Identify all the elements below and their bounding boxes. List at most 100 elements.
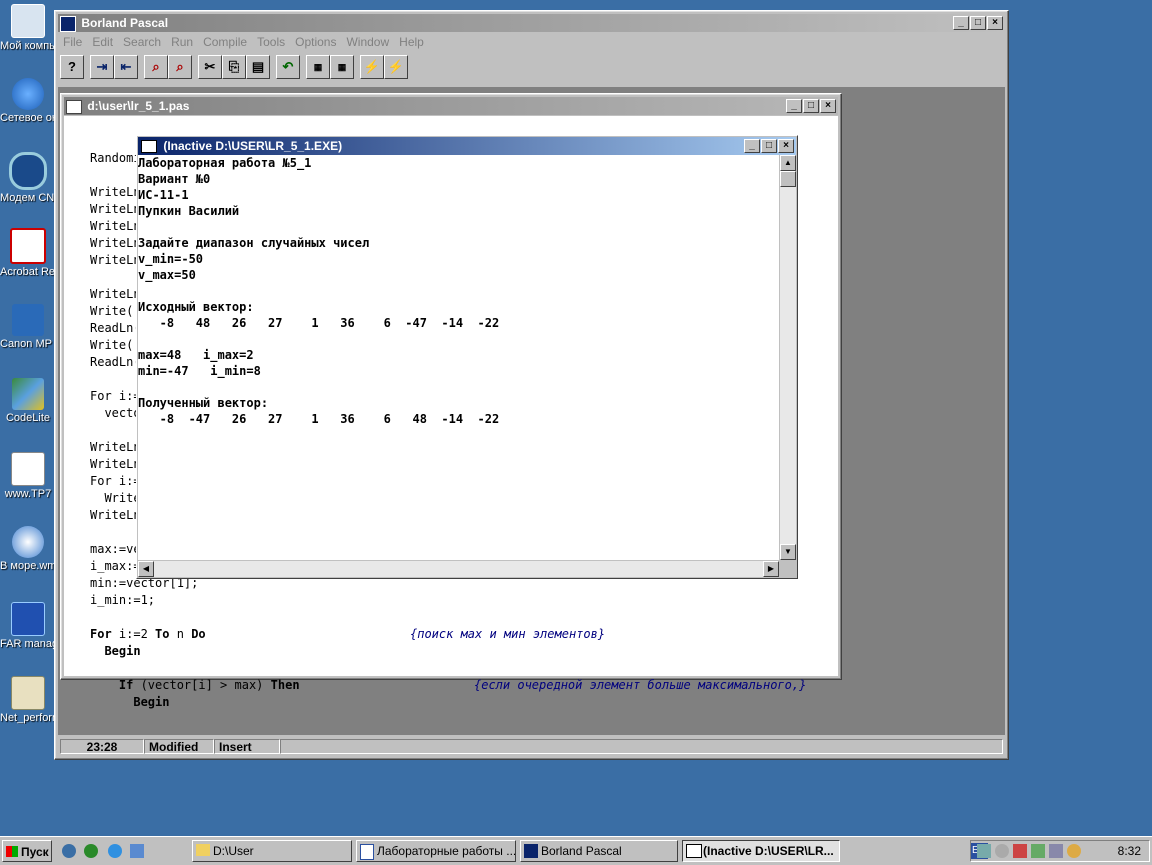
console-titlebar[interactable]: (Inactive D:\USER\LR_5_1.EXE) _ □ × (138, 137, 796, 155)
console-horizontal-scrollbar[interactable]: ◀ ▶ (138, 561, 779, 577)
console-title: (Inactive D:\USER\LR_5_1.EXE) (163, 139, 343, 153)
system-tray: 8:32 (970, 840, 1150, 862)
keyword: For (90, 627, 112, 641)
desktop-icon-tp7[interactable]: www.TP7 (0, 452, 56, 500)
network-icon (12, 78, 44, 110)
menu-run[interactable]: Run (166, 33, 198, 51)
media-player-icon (12, 526, 44, 558)
maximize-button[interactable]: □ (970, 16, 986, 30)
quicklaunch-search-icon[interactable] (62, 844, 76, 858)
task-console[interactable]: (Inactive D:\USER\LR... (682, 840, 840, 862)
code-statement: If (vector[i] > max) Then (90, 677, 474, 694)
borland-pascal-window[interactable]: Borland Pascal _ □ × File Edit Search Run Co… (54, 10, 1009, 760)
console-line: v_max=50 (138, 268, 196, 282)
desktop-icon-codelite[interactable]: CodeLite (0, 378, 56, 424)
menu-tools[interactable]: Tools (252, 33, 290, 51)
close-button[interactable]: × (987, 16, 1003, 30)
network-performance-icon (11, 676, 45, 710)
console-line: Полученный вектор: (138, 396, 269, 410)
compile-icon[interactable]: ▦ (306, 55, 330, 79)
editor-titlebar[interactable]: d:\user\lr_5_1.pas _ □ × (64, 97, 838, 115)
ide-titlebar[interactable]: Borland Pascal _ □ × (58, 14, 1005, 32)
console-minimize-button[interactable]: _ (744, 139, 760, 153)
task-word-document[interactable]: Лабораторные работы ... (356, 840, 516, 862)
scroll-down-arrow-icon[interactable]: ▼ (780, 544, 796, 560)
console-line: Исходный вектор: (138, 300, 254, 314)
paste-icon[interactable]: ▤ (246, 55, 270, 79)
find-button[interactable]: ⌕ (144, 55, 168, 79)
borland-app-icon (60, 15, 76, 32)
computer-icon (11, 4, 45, 38)
tray-network-icon[interactable] (977, 844, 991, 858)
cut-icon[interactable]: ✂ (198, 55, 222, 79)
ide-menubar: File Edit Search Run Compile Tools Options Wind… (58, 33, 1005, 51)
step-icon[interactable]: ⚡ (384, 55, 408, 79)
find-next-button[interactable]: ⌕ (168, 55, 192, 79)
desktop-icon-my-computer[interactable]: Мой компьютер (0, 4, 56, 52)
desktop-icon-acrobat[interactable]: Acrobat Reader 5 (0, 228, 56, 278)
menu-window[interactable]: Window (341, 33, 394, 51)
code-line: For i:=2 To n Do {поиск мах и мин элемент… (90, 626, 806, 643)
scroll-left-arrow-icon[interactable]: ◀ (138, 561, 154, 577)
task-explorer[interactable]: D:\User (192, 840, 352, 862)
keyword: To (155, 627, 170, 641)
start-button[interactable]: Пуск (2, 840, 52, 862)
console-vertical-scrollbar[interactable]: ▲ ▼ (780, 155, 796, 560)
far-manager-icon (11, 602, 45, 636)
make-icon[interactable]: ▦ (330, 55, 354, 79)
desktop-icon-far[interactable]: FAR manager (0, 602, 56, 650)
tray-antivirus-icon[interactable] (1013, 844, 1027, 858)
task-borland-pascal[interactable]: Borland Pascal (520, 840, 678, 862)
quicklaunch-desktop-icon[interactable] (130, 844, 144, 858)
modem-icon (9, 152, 47, 190)
help-button[interactable]: ? (60, 55, 84, 79)
copy-icon[interactable]: ⎘ (222, 55, 246, 79)
console-line: Задайте диапазон случайных чисел (138, 236, 370, 250)
code-fragment (90, 678, 119, 692)
run-icon[interactable]: ⚡ (360, 55, 384, 79)
menu-search[interactable]: Search (118, 33, 166, 51)
code-line: Begin (90, 643, 806, 660)
console-line: -8 48 26 27 1 36 6 -47 -14 -22 (138, 316, 500, 330)
desktop-icon-network[interactable]: Сетевое окружение (0, 78, 56, 124)
tray-wifi-icon[interactable] (1067, 844, 1081, 858)
desktop-icon-video[interactable]: В море.wmv (0, 526, 56, 572)
console-line: Вариант №0 (138, 172, 211, 186)
code-fragment: n (169, 627, 192, 641)
minimize-button[interactable]: _ (953, 16, 969, 30)
save-file-button[interactable]: ⇤ (114, 55, 138, 79)
menu-options[interactable]: Options (290, 33, 341, 51)
scroll-up-arrow-icon[interactable]: ▲ (780, 155, 796, 171)
tray-device-icon[interactable] (995, 844, 1009, 858)
code-fragment: i:=2 (111, 627, 156, 641)
editor-maximize-button[interactable]: □ (803, 99, 819, 113)
undo-icon[interactable]: ↶ (276, 55, 300, 79)
console-maximize-button[interactable]: □ (761, 139, 777, 153)
editor-minimize-button[interactable]: _ (786, 99, 802, 113)
console-close-button[interactable]: × (778, 139, 794, 153)
quicklaunch-media-icon[interactable] (84, 844, 98, 858)
desktop-icon-canon[interactable]: Canon MP Toolbox (0, 304, 56, 350)
quicklaunch-ie-icon[interactable] (108, 844, 122, 858)
menu-edit[interactable]: Edit (87, 33, 118, 51)
code-statement: For i:=2 To n Do (90, 626, 410, 643)
open-file-button[interactable]: ⇥ (90, 55, 114, 79)
console-line: max=48 i_max=2 (138, 348, 254, 362)
desktop-icon-netperf[interactable]: Net_perform (0, 676, 56, 724)
codelite-icon (12, 378, 44, 410)
menu-file[interactable]: File (58, 33, 87, 51)
console-window[interactable]: (Inactive D:\USER\LR_5_1.EXE) _ □ × Лабо… (136, 135, 798, 579)
console-line: v_min=-50 (138, 252, 204, 266)
tray-speaker-icon[interactable] (1049, 844, 1063, 858)
desktop-icon-modem[interactable]: Модем CNU-680 (0, 152, 56, 204)
menu-compile[interactable]: Compile (198, 33, 252, 51)
editor-close-button[interactable]: × (820, 99, 836, 113)
tray-update-icon[interactable] (1031, 844, 1045, 858)
scroll-thumb[interactable] (780, 171, 796, 187)
scroll-right-arrow-icon[interactable]: ▶ (763, 561, 779, 577)
menu-help[interactable]: Help (394, 33, 429, 51)
